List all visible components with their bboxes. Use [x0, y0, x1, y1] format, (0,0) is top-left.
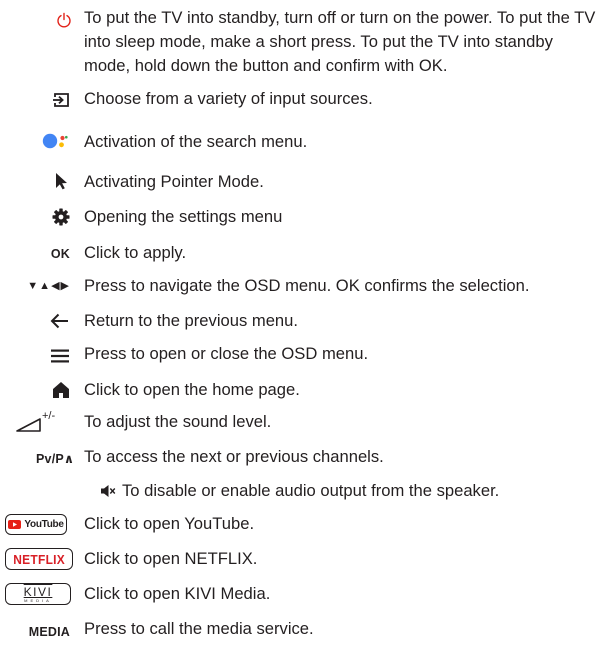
item-text: Click to open YouTube. — [84, 514, 255, 533]
item-text: Click to apply. — [84, 243, 187, 262]
pointer-icon — [52, 171, 68, 191]
gear-icon — [50, 207, 70, 227]
item-text: Press to open or close the OSD menu. — [84, 344, 369, 363]
volume-icon — [16, 416, 42, 434]
youtube-logo: YouTube — [5, 514, 67, 535]
item-text: To access the next or previous channels. — [84, 447, 384, 466]
media-label: MEDIA — [28, 625, 70, 639]
navigation-arrows-icon: ▼▲◀▶ — [27, 279, 70, 292]
kivi-logo: KIVI MEDIA — [5, 583, 71, 605]
ok-label: OK — [50, 247, 70, 261]
home-icon — [50, 380, 70, 400]
mute-icon — [98, 482, 116, 500]
google-assistant-icon — [40, 129, 70, 153]
item-text: To adjust the sound level. — [84, 412, 272, 431]
youtube-wordmark: YouTube — [24, 519, 64, 530]
item-text: Opening the settings menu — [84, 207, 283, 226]
item-text: Click to open KIVI Media. — [84, 584, 271, 603]
item-text: Press to navigate the OSD menu. OK confi… — [84, 276, 530, 295]
power-icon — [52, 10, 72, 30]
item-text: Click to open NETFLIX. — [84, 549, 258, 568]
item-text: To put the TV into standby, turn off or … — [84, 8, 596, 75]
item-text: To disable or enable audio output from t… — [122, 481, 500, 500]
back-arrow-icon — [48, 312, 70, 330]
item-text: Activation of the search menu. — [84, 132, 308, 151]
volume-label: +/- — [42, 410, 56, 422]
netflix-logo: NETFLIX — [5, 548, 73, 570]
item-text: Activating Pointer Mode. — [84, 172, 264, 191]
item-text: Choose from a variety of input sources. — [84, 89, 373, 108]
item-text: Return to the previous menu. — [84, 311, 298, 330]
kivi-sublabel: MEDIA — [24, 597, 52, 603]
input-source-icon — [48, 90, 70, 110]
item-text: Press to call the media service. — [84, 619, 314, 638]
youtube-play-icon — [8, 520, 22, 529]
netflix-wordmark: NETFLIX — [13, 551, 65, 567]
kivi-wordmark: KIVI — [23, 584, 53, 599]
menu-icon — [48, 347, 70, 365]
item-text: Click to open the home page. — [84, 380, 300, 399]
